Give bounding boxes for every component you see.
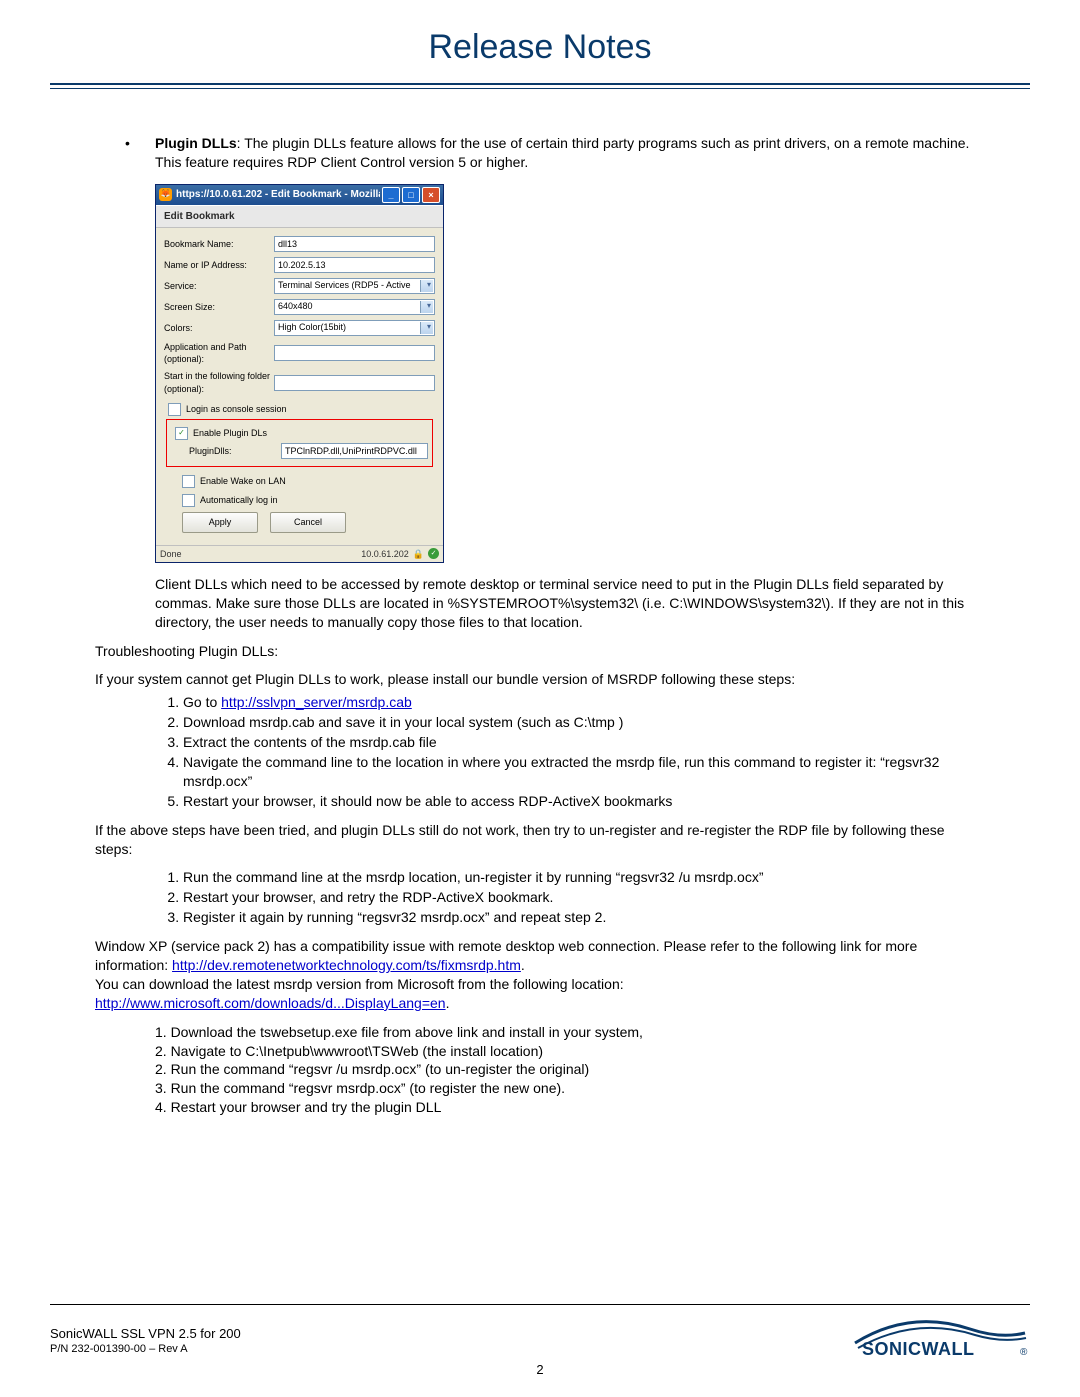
screen-size-label: Screen Size: <box>164 301 274 313</box>
enable-plugin-checkbox[interactable]: ✓ <box>175 427 188 440</box>
ip-address-input[interactable]: 10.202.5.13 <box>274 257 435 273</box>
status-done-text: Done <box>160 548 182 560</box>
footer-partnumber: P/N 232-001390-00 – Rev A <box>50 1342 241 1357</box>
reregister-intro: If the above steps have been tried, and … <box>95 821 985 859</box>
start-folder-input[interactable] <box>274 375 435 391</box>
steps2-item-1: Run the command line at the msrdp locati… <box>183 868 985 887</box>
plugin-highlight-box: ✓ Enable Plugin DLs PluginDlls:TPClnRDP.d… <box>166 419 433 467</box>
cancel-button[interactable]: Cancel <box>270 512 346 533</box>
auto-login-label: Automatically log in <box>200 494 278 506</box>
bookmark-name-label: Bookmark Name: <box>164 238 274 250</box>
msrdp-cab-link[interactable]: http://sslvpn_server/msrdp.cab <box>221 694 412 710</box>
page-number: 2 <box>536 1361 543 1379</box>
plugin-dlls-input[interactable]: TPClnRDP.dll,UniPrintRDPVC.dll <box>281 443 428 459</box>
steps3-item-1: 1. Download the tswebsetup.exe file from… <box>155 1023 985 1042</box>
dialog-title: https://10.0.61.202 - Edit Bookmark - Mo… <box>176 188 380 202</box>
screen-size-select[interactable]: 640x480 <box>274 299 435 315</box>
steps3-item-4: 3. Run the command “regsvr msrdp.ocx” (t… <box>155 1079 985 1098</box>
enable-plugin-label: Enable Plugin DLs <box>193 427 267 439</box>
plugin-dlls-label-inner: PluginDlls: <box>189 445 281 457</box>
plugin-dlls-text: : The plugin DLLs feature allows for the… <box>155 135 969 170</box>
console-session-label: Login as console session <box>186 403 287 415</box>
steps1-item-1: Go to http://sslvpn_server/msrdp.cab <box>183 693 985 712</box>
steps1-1-pre: Go to <box>183 694 221 710</box>
window-maximize-icon[interactable]: □ <box>402 187 420 203</box>
dialog-titlebar: 🦊 https://10.0.61.202 - Edit Bookmark - … <box>156 185 443 205</box>
status-ip-text: 10.0.61.202 <box>361 548 409 560</box>
plugin-dlls-label: Plugin DLLs <box>155 135 237 151</box>
lock-icon: 🔒 <box>413 548 424 560</box>
xp-compat-paragraph: Window XP (service pack 2) has a compati… <box>95 937 985 1013</box>
firefox-icon: 🦊 <box>159 188 172 201</box>
application-path-input[interactable] <box>274 345 435 361</box>
steps1-item-2: Download msrdp.cab and save it in your l… <box>183 713 985 732</box>
svg-text:®: ® <box>1020 1347 1028 1357</box>
xp-compat-post: . <box>521 957 525 973</box>
header-rule <box>50 83 1030 89</box>
page-footer: SonicWALL SSL VPN 2.5 for 200 P/N 232-00… <box>50 1304 1030 1357</box>
steps3-item-2: 2. Navigate to C:\Inetpub\wwwroot\TSWeb … <box>155 1042 985 1061</box>
fixmsrdp-link[interactable]: http://dev.remotenetworktechnology.com/t… <box>172 957 521 973</box>
colors-select[interactable]: High Color(15bit) <box>274 320 435 336</box>
console-session-checkbox[interactable] <box>168 403 181 416</box>
steps1-item-5: Restart your browser, it should now be a… <box>183 792 985 811</box>
window-minimize-icon[interactable]: _ <box>382 187 400 203</box>
start-folder-label: Start in the following folder (optional)… <box>164 370 274 394</box>
auto-login-checkbox[interactable] <box>182 494 195 507</box>
steps2-item-2: Restart your browser, and retry the RDP-… <box>183 888 985 907</box>
bookmark-name-input[interactable]: dll13 <box>274 236 435 252</box>
steps1-item-3: Extract the contents of the msrdp.cab fi… <box>183 733 985 752</box>
wake-on-lan-checkbox[interactable] <box>182 475 195 488</box>
dialog-section-header: Edit Bookmark <box>156 205 443 229</box>
troubleshooting-intro: If your system cannot get Plugin DLLs to… <box>95 670 985 689</box>
troubleshooting-heading: Troubleshooting Plugin DLLs: <box>95 642 985 661</box>
steps1-item-4: Navigate the command line to the locatio… <box>183 753 985 791</box>
steps3-item-5: 4. Restart your browser and try the plug… <box>155 1098 985 1117</box>
service-select[interactable]: Terminal Services (RDP5 - Active <box>274 278 435 294</box>
steps2-item-3: Register it again by running “regsvr32 m… <box>183 908 985 927</box>
application-path-label: Application and Path (optional): <box>164 341 274 365</box>
ms-download-post: . <box>446 995 450 1011</box>
plugin-dlls-bullet: Plugin DLLs: The plugin DLLs feature all… <box>95 134 985 172</box>
steps3-item-3: 2. Run the command “regsvr /u msrdp.ocx”… <box>155 1060 985 1079</box>
microsoft-download-link[interactable]: http://www.microsoft.com/downloads/d...D… <box>95 995 446 1011</box>
service-label: Service: <box>164 280 274 292</box>
window-close-icon[interactable]: × <box>422 187 440 203</box>
ip-address-label: Name or IP Address: <box>164 259 274 271</box>
sonicwall-logo: SONICWALL ® <box>850 1311 1030 1357</box>
colors-label: Colors: <box>164 322 274 334</box>
ms-download-intro: You can download the latest msrdp versio… <box>95 976 624 992</box>
client-dlls-paragraph: Client DLLs which need to be accessed by… <box>95 575 985 632</box>
edit-bookmark-dialog: 🦊 https://10.0.61.202 - Edit Bookmark - … <box>155 184 444 563</box>
page-title: Release Notes <box>50 0 1030 83</box>
steps3-block: 1. Download the tswebsetup.exe file from… <box>95 1023 985 1117</box>
apply-button[interactable]: Apply <box>182 512 258 533</box>
checkmark-icon: ✓ <box>428 548 439 559</box>
wake-on-lan-label: Enable Wake on LAN <box>200 475 286 487</box>
footer-product-line: SonicWALL SSL VPN 2.5 for 200 <box>50 1325 241 1343</box>
svg-text:SONICWALL: SONICWALL <box>862 1339 975 1357</box>
